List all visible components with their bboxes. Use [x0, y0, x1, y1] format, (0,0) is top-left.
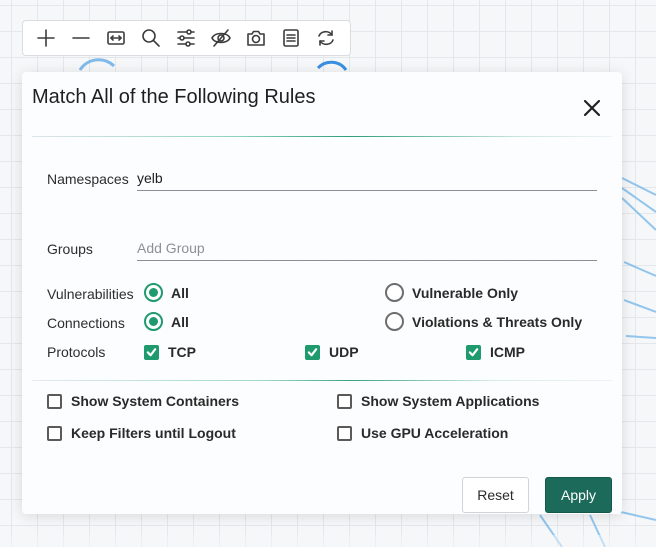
namespaces-label: Namespaces	[47, 171, 129, 187]
filter-sliders-icon	[177, 29, 195, 47]
fit-to-screen-button[interactable]	[105, 23, 140, 53]
checkbox[interactable]	[47, 425, 62, 441]
radio-button[interactable]	[144, 283, 163, 302]
title-divider	[32, 136, 612, 137]
snapshot-button[interactable]	[245, 23, 280, 53]
protocols-label: Protocols	[47, 344, 106, 360]
reset-button[interactable]: Reset	[462, 477, 529, 513]
groups-label: Groups	[47, 241, 93, 257]
checkbox[interactable]	[466, 344, 481, 360]
checkbox[interactable]	[337, 393, 352, 409]
checkbox-label: Show System Applications	[361, 393, 540, 409]
connections-violations-threats-radio[interactable]: Violations & Threats Only	[385, 312, 582, 331]
checkbox-label: UDP	[329, 344, 359, 360]
keep-filters-until-logout-checkbox[interactable]: Keep Filters until Logout	[47, 425, 236, 441]
protocol-tcp-checkbox[interactable]: TCP	[144, 344, 196, 360]
protocol-icmp-checkbox[interactable]: ICMP	[466, 344, 525, 360]
vulnerabilities-vulnerable-only-radio[interactable]: Vulnerable Only	[385, 283, 518, 302]
show-system-containers-checkbox[interactable]: Show System Containers	[47, 393, 239, 409]
zoom-in-icon	[37, 29, 55, 47]
list-view-button[interactable]	[280, 23, 315, 53]
zoom-in-button[interactable]	[35, 23, 70, 53]
checkbox-label: Show System Containers	[71, 393, 240, 409]
radio-label: All	[171, 284, 189, 301]
namespaces-input[interactable]	[137, 165, 597, 191]
graph-toolbar	[22, 20, 351, 56]
protocol-udp-checkbox[interactable]: UDP	[305, 344, 359, 360]
apply-button[interactable]: Apply	[545, 477, 612, 513]
checkbox-label: Use GPU Acceleration	[361, 425, 509, 441]
dialog-title: Match All of the Following Rules	[32, 86, 316, 108]
radio-button[interactable]	[385, 312, 404, 331]
checkbox[interactable]	[47, 393, 62, 409]
checkmark-icon	[468, 348, 479, 357]
checkbox-label: ICMP	[490, 344, 525, 360]
connections-label: Connections	[47, 315, 125, 331]
vulnerabilities-all-radio[interactable]: All	[144, 283, 189, 302]
checkmark-icon	[146, 348, 157, 357]
radio-label: All	[171, 313, 189, 330]
close-button[interactable]	[582, 98, 602, 118]
checkmark-icon	[307, 348, 318, 357]
search-icon	[142, 29, 160, 47]
refresh-button[interactable]	[315, 23, 350, 53]
radio-button[interactable]	[385, 283, 404, 302]
checkbox-label: Keep Filters until Logout	[71, 425, 236, 441]
checkbox[interactable]	[144, 344, 159, 360]
checkbox[interactable]	[337, 425, 352, 441]
eye-off-icon	[211, 29, 231, 47]
zoom-out-button[interactable]	[70, 23, 105, 53]
connections-all-radio[interactable]: All	[144, 312, 189, 331]
radio-label: Vulnerable Only	[412, 284, 519, 301]
groups-input[interactable]	[137, 235, 597, 261]
radio-button[interactable]	[144, 312, 163, 331]
radio-label: Violations & Threats Only	[412, 313, 583, 330]
vulnerabilities-label: Vulnerabilities	[47, 286, 134, 302]
section-divider	[32, 380, 612, 381]
refresh-icon	[318, 30, 334, 46]
zoom-out-icon	[72, 37, 90, 39]
hide-button[interactable]	[210, 23, 245, 53]
checkbox-label: TCP	[168, 344, 196, 360]
show-system-applications-checkbox[interactable]: Show System Applications	[337, 393, 539, 409]
list-icon	[283, 29, 299, 47]
close-icon	[583, 99, 601, 117]
checkbox[interactable]	[305, 344, 320, 360]
use-gpu-acceleration-checkbox[interactable]: Use GPU Acceleration	[337, 425, 508, 441]
camera-icon	[247, 30, 265, 46]
filter-button[interactable]	[175, 23, 210, 53]
search-button[interactable]	[140, 23, 175, 53]
fit-to-screen-icon	[107, 31, 125, 45]
filter-rules-dialog: Match All of the Following Rules Namespa…	[22, 72, 622, 514]
